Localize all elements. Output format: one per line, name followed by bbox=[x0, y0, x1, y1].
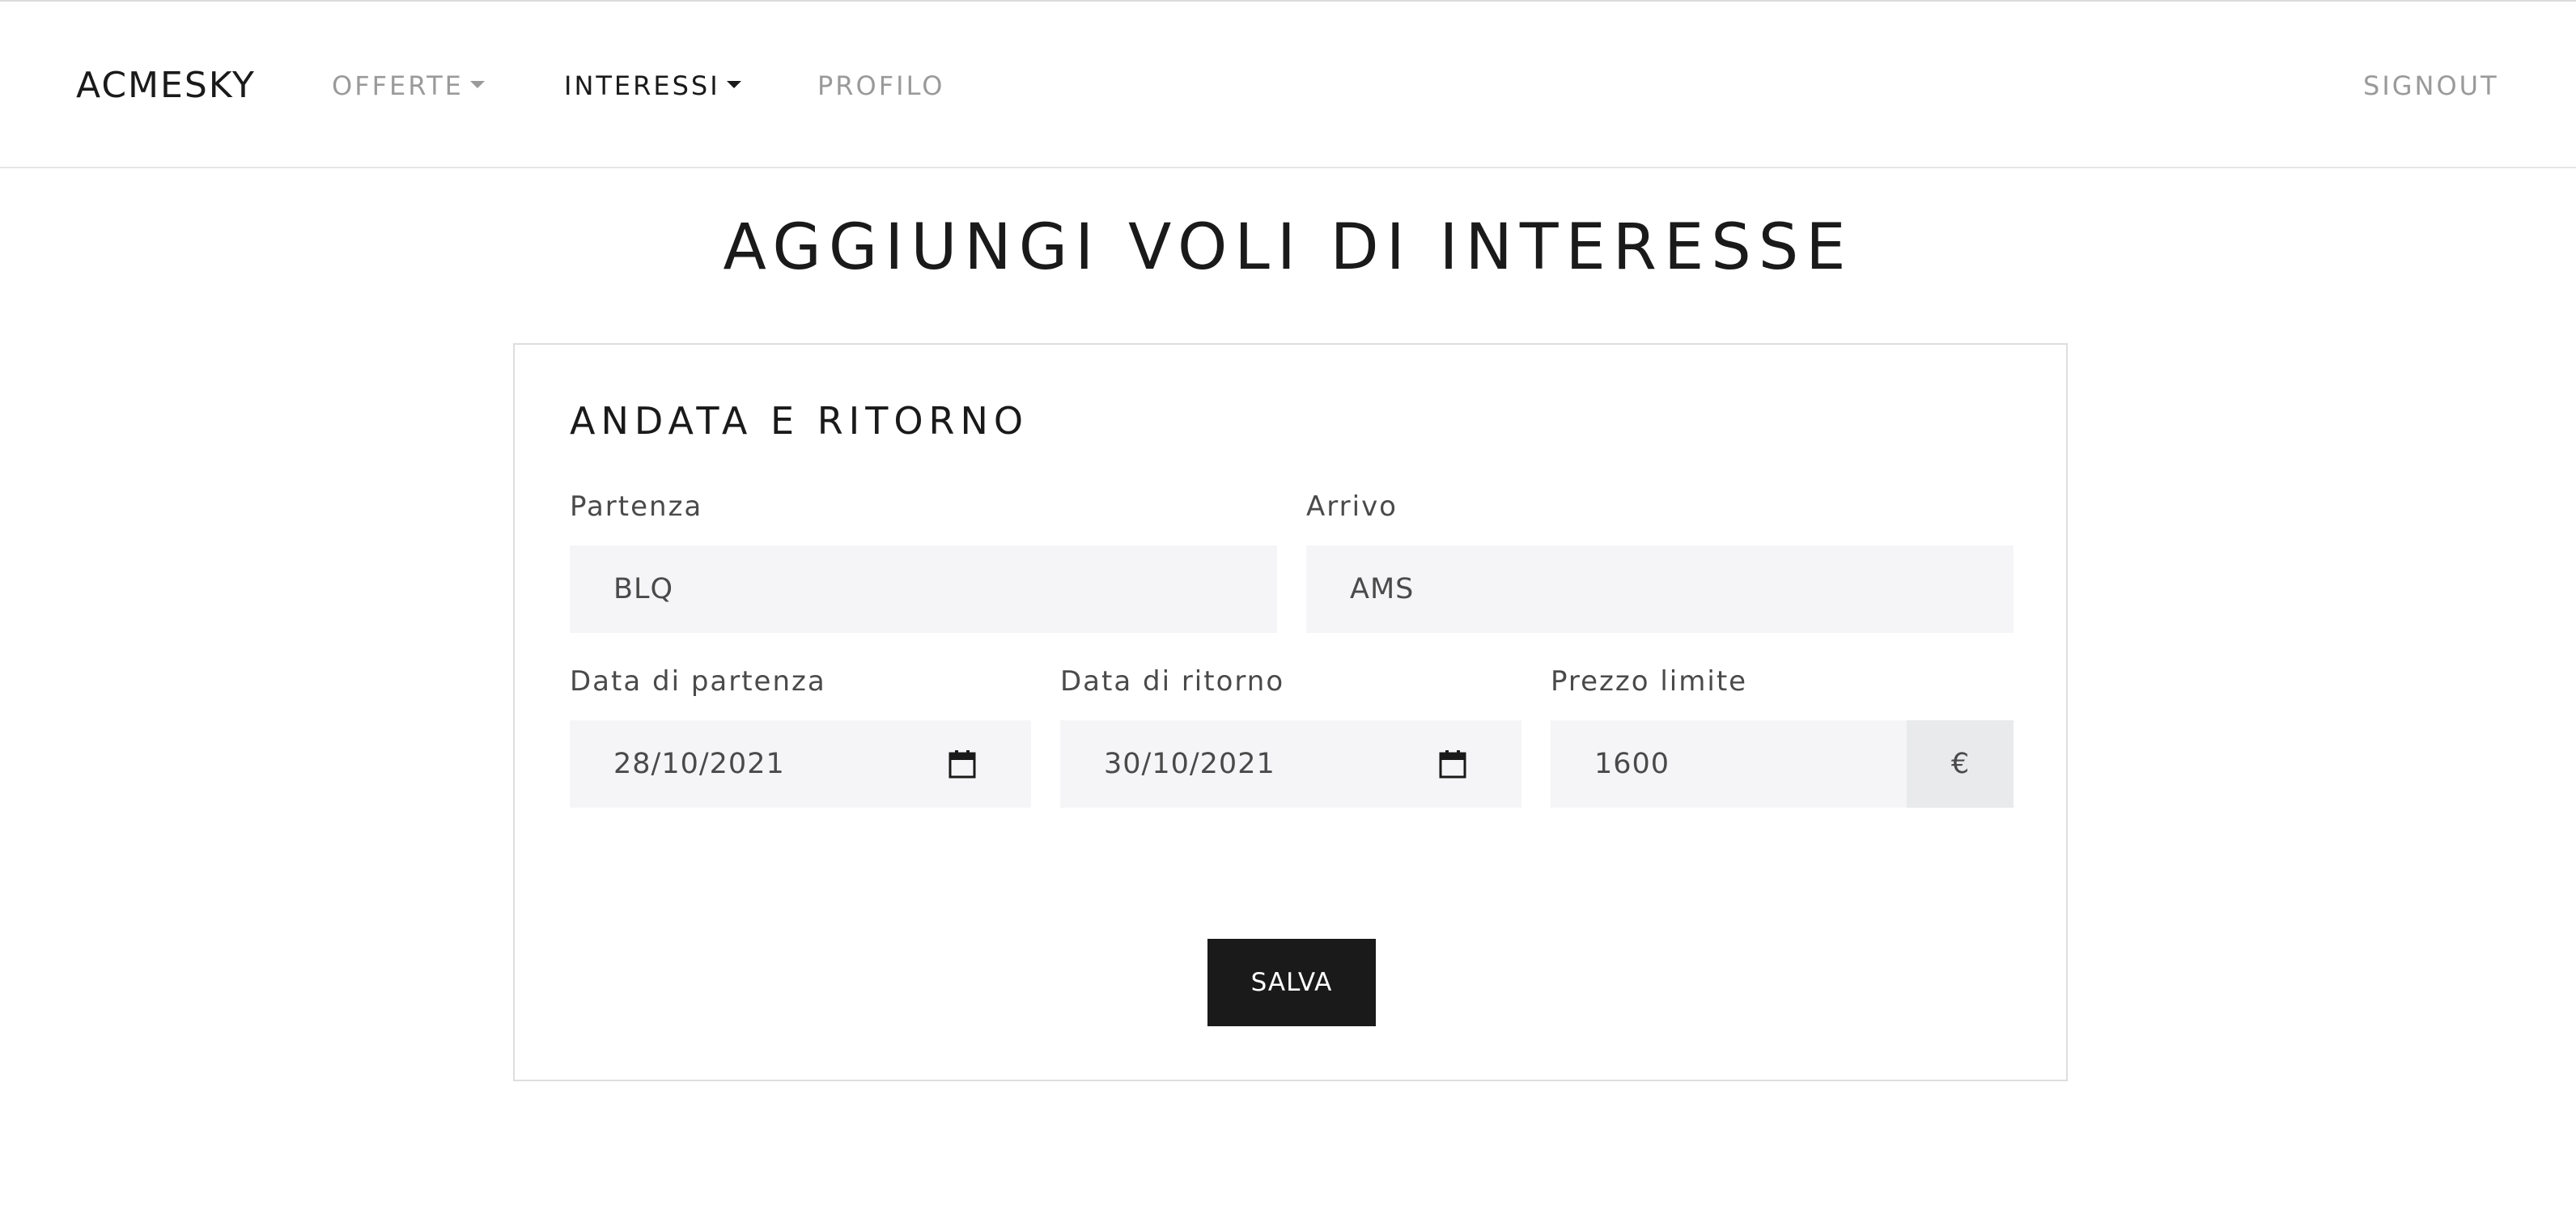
return-date-label: Data di ritorno bbox=[1060, 665, 1285, 698]
return-date-value: 30/10/2021 bbox=[1104, 748, 1275, 780]
page-title: AGGIUNGI VOLI DI INTERESSE bbox=[723, 211, 1853, 284]
price-limit-label: Prezzo limite bbox=[1551, 665, 1748, 698]
currency-addon: € bbox=[1907, 720, 2014, 808]
nav-item-label: INTERESSI bbox=[564, 70, 720, 101]
nav-item-interessi[interactable]: INTERESSI bbox=[564, 70, 741, 102]
arrival-input[interactable]: AMS bbox=[1306, 545, 2014, 633]
caret-down-icon bbox=[726, 80, 741, 88]
departure-label: Partenza bbox=[570, 490, 703, 523]
nav-item-profilo[interactable]: PROFILO bbox=[817, 70, 944, 102]
calendar-icon[interactable] bbox=[1439, 749, 1466, 779]
save-button[interactable]: SALVA bbox=[1207, 939, 1376, 1026]
nav-item-label: OFFERTE bbox=[332, 70, 464, 101]
calendar-icon[interactable] bbox=[948, 749, 976, 779]
departure-input[interactable]: BLQ bbox=[570, 545, 1277, 633]
departure-date-input[interactable]: 28/10/2021 bbox=[570, 720, 1031, 808]
section-title: ANDATA E RITORNO bbox=[570, 399, 1029, 443]
departure-date-value: 28/10/2021 bbox=[613, 748, 785, 780]
flight-interest-form: ANDATA E RITORNO Partenza BLQ Arrivo AMS… bbox=[513, 343, 2068, 1081]
nav-item-offerte[interactable]: OFFERTE bbox=[332, 70, 485, 102]
nav-item-label: PROFILO bbox=[817, 70, 945, 101]
brand-logo[interactable]: ACMESKY bbox=[76, 63, 256, 108]
return-date-input[interactable]: 30/10/2021 bbox=[1060, 720, 1521, 808]
navbar: ACMESKY OFFERTE INTERESSI PROFILO SIGNOU… bbox=[0, 2, 2576, 168]
caret-down-icon bbox=[469, 80, 485, 88]
arrival-label: Arrivo bbox=[1306, 490, 1398, 523]
signout-link[interactable]: SIGNOUT bbox=[2363, 70, 2499, 102]
price-limit-input[interactable]: 1600 bbox=[1551, 720, 1907, 808]
departure-date-label: Data di partenza bbox=[570, 665, 826, 698]
